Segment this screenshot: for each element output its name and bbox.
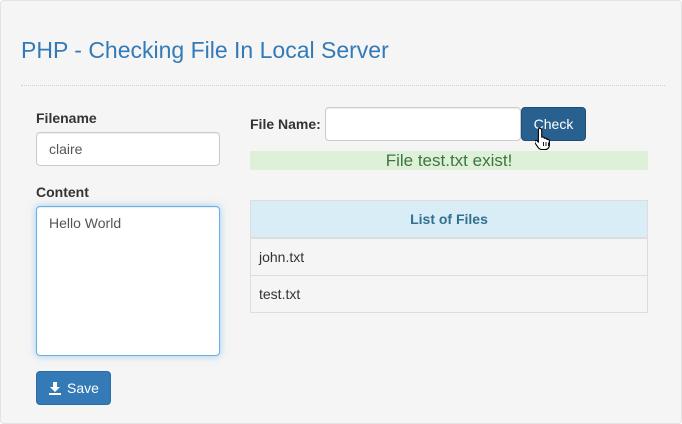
content-label: Content [36,184,89,200]
save-button[interactable]: Save [36,371,111,405]
content-textarea[interactable]: Hello World [36,206,220,356]
files-table: List of Files john.txt test.txt [250,200,648,313]
table-row: john.txt [250,237,648,276]
filename-label: Filename [36,110,97,126]
page-title: PHP - Checking File In Local Server [21,37,389,63]
title-divider [21,85,665,86]
hand-cursor-icon [535,127,550,151]
download-icon [49,382,62,395]
file-name-input[interactable] [325,107,521,141]
main-well: PHP - Checking File In Local Server File… [0,0,682,424]
table-row: test.txt [250,275,648,313]
filename-input[interactable] [36,132,220,166]
file-cell: test.txt [250,275,648,313]
save-button-label: Save [67,380,99,396]
check-button[interactable]: Check [521,107,586,141]
file-name-label: File Name: [250,116,321,132]
file-cell: john.txt [250,237,648,276]
files-table-header: List of Files [250,200,648,239]
file-exists-alert: File test.txt exist! [250,151,648,170]
